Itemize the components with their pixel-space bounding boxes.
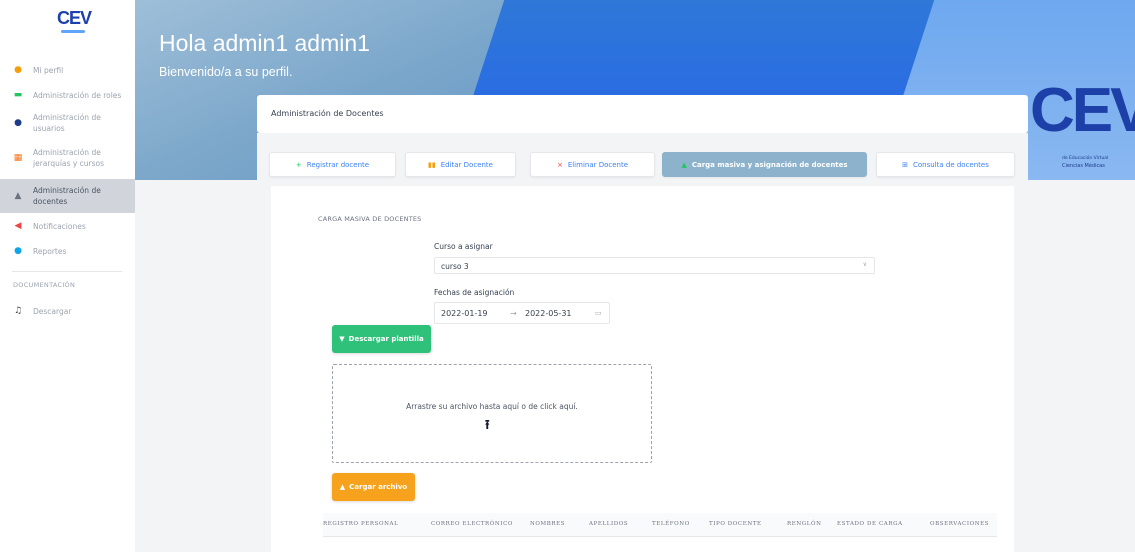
- chevron-down-icon: ▼: [339, 335, 345, 343]
- reports-icon: ●: [14, 246, 22, 256]
- user-icon: ●: [14, 65, 22, 75]
- sidebar-item-label: Reportes: [33, 246, 67, 256]
- greeting-title: Hola admin1 admin1: [159, 30, 370, 56]
- tab-label: Consulta de docentes: [912, 160, 989, 169]
- tab-label: Eliminar Docente: [567, 160, 629, 169]
- column-header: TIPO DOCENTE: [709, 521, 762, 527]
- column-header: APELLIDOS: [589, 521, 629, 527]
- plus-icon: +: [295, 160, 302, 169]
- edit-icon: ▮▮: [428, 160, 436, 169]
- hierarchy-icon: ▦: [13, 153, 23, 163]
- delete-icon: ×: [556, 160, 563, 169]
- chevron-up-icon: ▲: [339, 483, 346, 491]
- results-table-header: REGISTRO PERSONAL CORREO ELECTRÓNICO NOM…: [323, 513, 997, 537]
- sidebar: CEV ● Mi perfil ▬ Administración de role…: [0, 0, 135, 552]
- upload-icon: ⭱: [485, 418, 490, 433]
- bell-icon: ◀: [14, 221, 22, 231]
- sidebar-item-label: Administración de roles: [33, 90, 122, 100]
- tab-eliminar-docente[interactable]: × Eliminar Docente: [530, 152, 655, 177]
- tab-carga-masiva[interactable]: ▲ Carga masiva y asignación de docentes: [662, 152, 867, 177]
- app-logo[interactable]: CEV: [57, 8, 92, 34]
- column-header: REGISTRO PERSONAL: [323, 521, 399, 527]
- sidebar-item-reportes[interactable]: ● Reportes: [0, 244, 135, 258]
- upload-file-button[interactable]: ▲ Cargar archivo: [332, 473, 415, 501]
- tab-consulta-docentes[interactable]: ⊞ Consulta de docentes: [876, 152, 1015, 177]
- course-label: Curso a asignar: [434, 242, 493, 251]
- file-dropzone[interactable]: Arrastre su archivo hasta aquí o de clic…: [332, 364, 652, 463]
- sidebar-item-mi-perfil[interactable]: ● Mi perfil: [0, 63, 135, 77]
- date-range-picker[interactable]: 2022-01-19 → 2022-05-31 ▭: [434, 302, 610, 324]
- tab-editar-docente[interactable]: ▮▮ Editar Docente: [405, 152, 516, 177]
- download-template-button[interactable]: ▼ Descargar plantilla: [332, 325, 431, 353]
- column-header: TELÉFONO: [652, 521, 690, 527]
- sidebar-item-roles[interactable]: ▬ Administración de roles: [0, 88, 135, 102]
- tab-label: Editar Docente: [440, 160, 493, 169]
- button-label: Cargar archivo: [349, 483, 408, 491]
- date-separator: →: [510, 309, 517, 318]
- dropzone-text: Arrastre su archivo hasta aquí o de clic…: [406, 402, 578, 411]
- logo-text: CEV: [57, 8, 92, 28]
- card-header: Administración de Docentes: [257, 95, 1028, 133]
- calendar-icon: ▭: [595, 309, 602, 317]
- brand-logo: CEV de Educación Virtual Ciencias Médica…: [1030, 76, 1135, 170]
- dates-label: Fechas de asignación: [434, 288, 515, 297]
- roles-icon: ▬: [13, 90, 23, 100]
- card-title: Administración de Docentes: [271, 109, 384, 118]
- users-icon: ●: [14, 118, 22, 128]
- download-icon: ♫: [13, 306, 23, 316]
- upload-icon: ▲: [681, 160, 687, 169]
- sidebar-item-docentes[interactable]: ▲ Administración de docentes: [0, 179, 135, 213]
- chevron-down-icon: ∨: [862, 261, 867, 268]
- button-label: Descargar plantilla: [348, 335, 424, 343]
- sidebar-item-label: Administración de docentes: [33, 186, 101, 206]
- sidebar-item-label: Administración de usuarios: [33, 113, 101, 133]
- sidebar-item-jerarquias[interactable]: ▦ Administración de jerarquías y cursos: [0, 146, 135, 170]
- sidebar-divider: [12, 271, 122, 272]
- sidebar-item-usuarios[interactable]: ● Administración de usuarios: [0, 111, 135, 135]
- tab-registrar-docente[interactable]: + Registrar docente: [269, 152, 396, 177]
- date-start[interactable]: 2022-01-19: [441, 309, 488, 318]
- brand-tagline: de Educación Virtual: [1062, 156, 1109, 161]
- sidebar-item-notificaciones[interactable]: ◀ Notificaciones: [0, 219, 135, 233]
- tab-label: Registrar docente: [306, 160, 370, 169]
- sidebar-item-label: Administración de jerarquías y cursos: [33, 148, 105, 168]
- course-select[interactable]: curso 3 ∨: [434, 257, 875, 274]
- tab-label: Carga masiva y asignación de docentes: [691, 160, 848, 169]
- search-icon: ⊞: [902, 160, 908, 169]
- course-select-value: curso 3: [441, 262, 469, 271]
- column-header: RENGLÓN: [787, 521, 822, 527]
- sidebar-item-label: Notificaciones: [33, 221, 86, 231]
- upload-panel: CARGA MASIVA DE DOCENTES Curso a asignar…: [271, 186, 1014, 552]
- column-header: OBSERVACIONES: [930, 521, 990, 527]
- column-header: NOMBRES: [530, 521, 566, 527]
- teacher-icon: ▲: [14, 191, 22, 201]
- sidebar-item-label: Mi perfil: [33, 65, 64, 75]
- column-header: CORREO ELECTRÓNICO: [431, 521, 513, 527]
- brand-tagline: Ciencias Médicas: [1062, 163, 1105, 169]
- logo-underline: [61, 30, 85, 33]
- welcome-subtitle: Bienvenido/a a su perfil.: [159, 65, 293, 79]
- sidebar-item-label: Descargar: [33, 306, 72, 316]
- date-end[interactable]: 2022-05-31: [525, 309, 572, 318]
- column-header: ESTADO DE CARGA: [837, 521, 903, 527]
- sidebar-item-descargar[interactable]: ♫ Descargar: [0, 304, 135, 318]
- section-title: CARGA MASIVA DE DOCENTES: [318, 215, 422, 223]
- brand-text: CEV: [1030, 76, 1135, 145]
- section-label-documentacion: DOCUMENTACIÓN: [13, 281, 76, 289]
